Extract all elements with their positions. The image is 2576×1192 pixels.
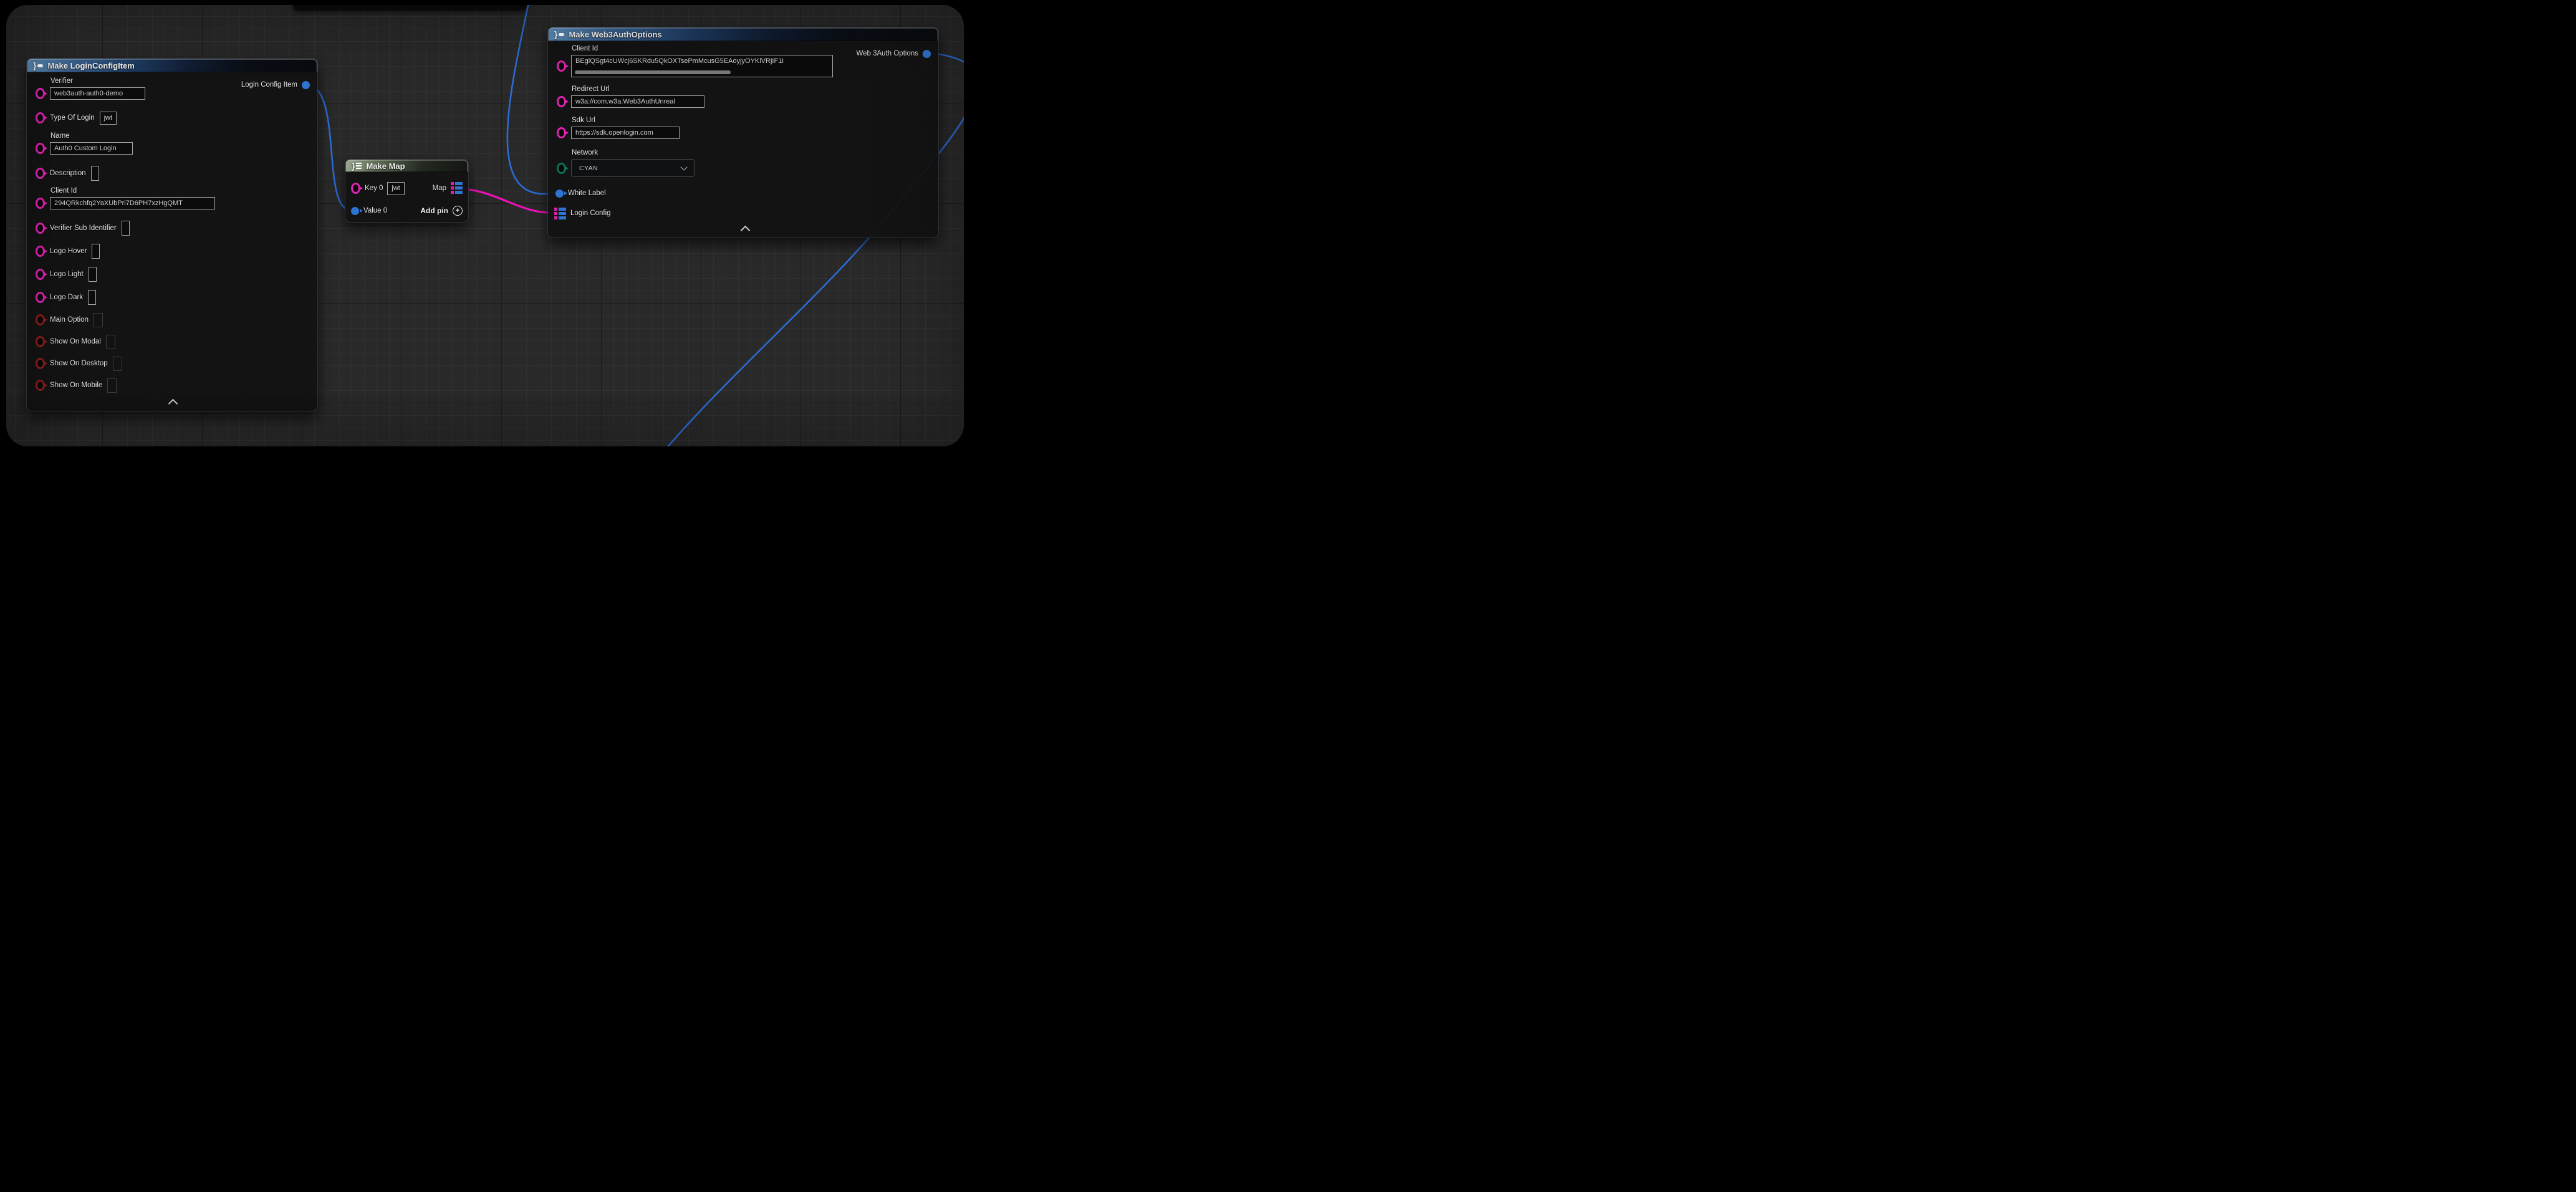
pin-label: Key 0	[365, 185, 383, 192]
pin-label: Value 0	[363, 207, 387, 214]
description-input[interactable]	[91, 166, 99, 181]
pin-label: Logo Dark	[50, 294, 83, 301]
pin-label: Main Option	[50, 316, 89, 324]
node-make-map: Make Map Key 0 jwt Map Value 0 Add pin	[345, 159, 469, 223]
client-id-input[interactable]: BEglQSgt4cUWcj6SKRdu5QkOXTsePmMcusG5EAoy…	[571, 55, 833, 77]
node-make-web3authoptions: Make Web3AuthOptions Web 3Auth Options C…	[547, 27, 939, 238]
node-make-loginconfigitem: Make LoginConfigItem Login Config Item V…	[26, 58, 318, 411]
web3auth-options-output-pin[interactable]	[923, 50, 931, 58]
wire-map-to-login-config[interactable]	[463, 189, 554, 213]
type-of-login-input[interactable]: jwt	[100, 112, 117, 125]
client-id-text: BEglQSgt4cUWcj6SKRdu5QkOXTsePmMcusG5EAoy…	[575, 57, 784, 65]
name-input[interactable]: Auth0 Custom Login	[50, 142, 133, 155]
network-selected-value: CYAN	[579, 165, 598, 172]
node-header[interactable]: Make Map	[345, 160, 468, 172]
pin-label: Name	[50, 132, 133, 140]
pin-label: Type Of Login	[50, 114, 95, 122]
redirect-url-input[interactable]: w3a://com.w3a.Web3AuthUnreal	[571, 95, 704, 108]
make-struct-icon	[554, 29, 564, 39]
login-config-pin[interactable]	[554, 208, 566, 219]
logo-light-pin[interactable]	[36, 269, 45, 280]
client-id-input[interactable]: 294QRkchfq2YaXUbPri7D6PH7xzHgQMT	[50, 197, 215, 209]
make-struct-icon	[33, 60, 43, 70]
node-title: Make Web3AuthOptions	[569, 30, 661, 39]
key0-input[interactable]: jwt	[387, 182, 404, 195]
node-title: Make LoginConfigItem	[47, 61, 134, 70]
pin-label: Logo Hover	[50, 248, 87, 255]
add-pin-label: Add pin	[420, 206, 448, 215]
pin-label: Verifier Sub Identifier	[50, 224, 117, 232]
window-frame: Make LoginConfigItem Login Config Item V…	[0, 0, 978, 453]
name-pin[interactable]	[36, 143, 45, 154]
pin-label: Description	[50, 170, 86, 177]
pin-label: Show On Modal	[50, 338, 101, 345]
logo-hover-pin[interactable]	[36, 246, 45, 257]
output-pin-label: Web 3Auth Options	[856, 50, 918, 57]
make-map-icon	[352, 161, 362, 171]
node-title: Make Map	[366, 161, 405, 171]
pin-label: Logo Light	[50, 271, 84, 278]
show-on-mobile-pin[interactable]	[36, 380, 45, 391]
node-header[interactable]: Make Web3AuthOptions	[548, 27, 938, 41]
redirect-url-pin[interactable]	[557, 96, 566, 107]
pin-label: Verifier	[50, 77, 145, 85]
network-pin[interactable]	[557, 163, 566, 174]
collapse-chevron-icon[interactable]	[741, 226, 751, 236]
pin-label: Network	[572, 149, 694, 156]
pin-label: Redirect Url	[572, 85, 704, 93]
description-pin[interactable]	[36, 168, 45, 179]
pin-label: Client Id	[50, 187, 215, 195]
logo-light-input[interactable]	[89, 267, 97, 282]
type-of-login-pin[interactable]	[36, 112, 45, 123]
login-config-item-output-pin[interactable]	[302, 81, 310, 89]
logo-dark-pin[interactable]	[36, 292, 45, 303]
show-on-mobile-checkbox[interactable]	[107, 378, 117, 393]
chevron-down-icon	[680, 163, 687, 170]
verifier-pin[interactable]	[36, 88, 45, 99]
pin-label: Login Config	[570, 209, 611, 217]
sdk-url-input[interactable]: https://sdk.openlogin.com	[571, 127, 680, 139]
blueprint-graph-canvas[interactable]: Make LoginConfigItem Login Config Item V…	[6, 5, 964, 446]
pin-label: Show On Mobile	[50, 382, 102, 389]
sdk-url-pin[interactable]	[557, 127, 566, 138]
logo-dark-input[interactable]	[88, 290, 96, 305]
key0-pin[interactable]	[351, 183, 360, 194]
show-on-modal-pin[interactable]	[36, 336, 45, 347]
verifier-sub-identifier-pin[interactable]	[36, 223, 45, 234]
show-on-desktop-pin[interactable]	[36, 358, 45, 369]
client-id-scrollbar[interactable]	[575, 70, 731, 74]
client-id-pin[interactable]	[36, 198, 45, 209]
white-label-pin[interactable]	[555, 190, 564, 198]
show-on-modal-checkbox[interactable]	[106, 335, 115, 349]
output-pin-label: Map	[433, 185, 446, 192]
pin-label: Client Id	[572, 45, 833, 52]
node-header[interactable]: Make LoginConfigItem	[27, 59, 317, 72]
verifier-input[interactable]: web3auth-auth0-demo	[50, 87, 145, 100]
collapse-chevron-icon[interactable]	[168, 399, 178, 409]
main-option-pin[interactable]	[36, 314, 45, 325]
pin-label: White Label	[568, 190, 606, 197]
add-pin-button[interactable]	[453, 206, 463, 216]
verifier-sub-identifier-input[interactable]	[122, 221, 130, 236]
value0-pin[interactable]	[351, 207, 359, 215]
map-output-pin[interactable]	[451, 182, 463, 194]
logo-hover-input[interactable]	[92, 244, 100, 259]
pin-label: Sdk Url	[572, 117, 680, 124]
pin-label: Show On Desktop	[50, 360, 108, 367]
output-pin-label: Login Config Item	[241, 81, 297, 89]
offscreen-node-edge[interactable]	[293, 5, 527, 11]
main-option-checkbox[interactable]	[94, 313, 103, 327]
network-dropdown[interactable]: CYAN	[571, 159, 694, 177]
show-on-desktop-checkbox[interactable]	[113, 357, 122, 371]
client-id-pin[interactable]	[557, 60, 566, 72]
